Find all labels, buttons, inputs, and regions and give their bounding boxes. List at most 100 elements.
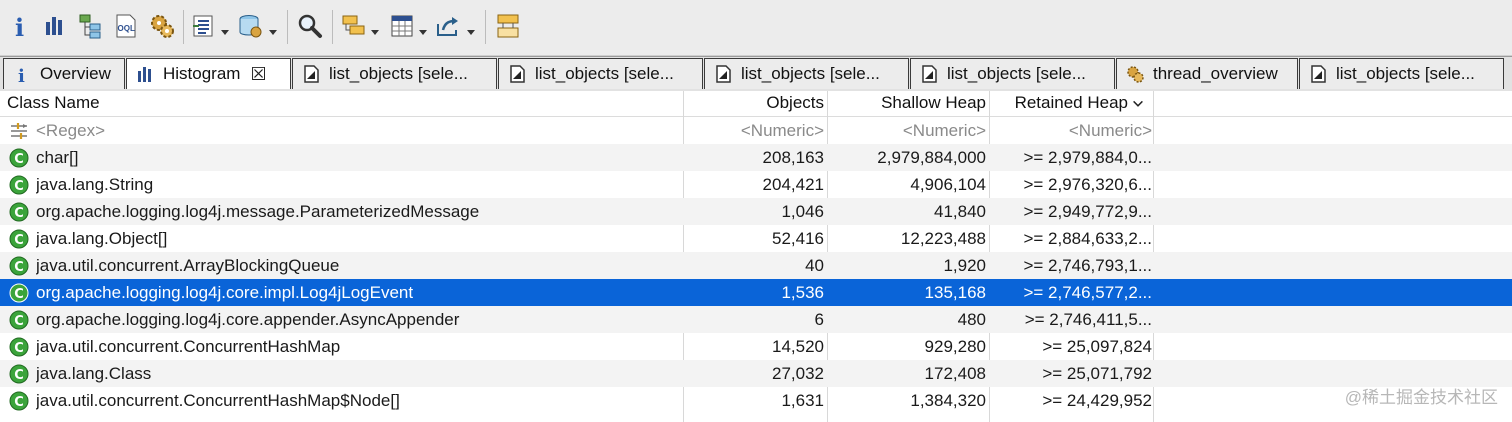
retained-heap-cell: >= 2,976,320,6... — [1023, 175, 1152, 194]
retained-heap-cell: >= 2,746,793,1... — [1023, 256, 1152, 275]
search-icon[interactable] — [296, 12, 324, 40]
objects-filter-input[interactable]: <Numeric> — [684, 117, 824, 144]
tab-overview[interactable]: i Overview — [3, 58, 125, 89]
tab-thread-overview[interactable]: thread_overview — [1116, 58, 1298, 89]
retained-heap-filter-input[interactable]: <Numeric> — [990, 117, 1152, 144]
class-name-cell: org.apache.logging.log4j.message.Paramet… — [36, 202, 480, 221]
table-row[interactable]: C java.lang.String 204,421 4,906,104 >= … — [0, 171, 1512, 198]
table-row[interactable]: C java.util.concurrent.ArrayBlockingQueu… — [0, 252, 1512, 279]
tab-list-objects[interactable]: list_objects [sele... — [1299, 58, 1504, 89]
chevron-down-icon[interactable] — [268, 22, 278, 35]
objects-cell: 1,631 — [781, 391, 824, 410]
toolbar-separator — [332, 10, 333, 44]
tab-histogram[interactable]: Histogram ☒ — [126, 58, 291, 89]
tab-label: Histogram — [163, 64, 241, 83]
tab-label: Overview — [40, 64, 111, 83]
shallow-heap-cell: 172,408 — [924, 364, 986, 383]
list-objects-icon — [1308, 64, 1328, 84]
histogram-table: Class Name Objects Shallow Heap Retained… — [0, 91, 1512, 422]
table-row[interactable]: C org.apache.logging.log4j.message.Param… — [0, 198, 1512, 225]
retained-heap-cell: >= 2,746,411,5... — [1024, 310, 1152, 329]
class-icon: C — [9, 256, 29, 276]
tab-list-objects[interactable]: list_objects [sele... — [498, 58, 703, 89]
class-icon: C — [9, 229, 29, 249]
retained-heap-cell: >= 2,746,577,2... — [1023, 283, 1152, 302]
table-row[interactable]: C java.util.concurrent.ConcurrentHashMap… — [0, 333, 1512, 360]
class-name-cell: org.apache.logging.log4j.core.appender.A… — [36, 310, 460, 329]
thread-overview-icon[interactable] — [148, 12, 176, 40]
editor-tab-bar: i Overview Histogram ☒ list_objects [sel… — [0, 56, 1512, 92]
shallow-heap-cell: 12,223,488 — [900, 229, 986, 248]
regex-filter-input[interactable]: <Regex> — [36, 117, 676, 144]
info-icon: i — [12, 64, 32, 84]
retained-heap-cell: >= 25,071,792 — [1042, 364, 1152, 383]
close-icon[interactable]: ☒ — [250, 65, 266, 83]
histogram-icon[interactable] — [40, 12, 68, 40]
class-icon: C — [9, 391, 29, 411]
class-name-cell: char[] — [36, 148, 79, 167]
class-name-cell: java.util.concurrent.ConcurrentHashMap$N… — [36, 391, 400, 410]
info-icon[interactable]: i — [6, 12, 34, 40]
svg-text:C: C — [14, 314, 24, 329]
thread-overview-icon — [1125, 64, 1145, 84]
column-header-class-name[interactable]: Class Name — [7, 91, 677, 116]
tab-label: list_objects [sele... — [535, 64, 674, 83]
retained-heap-cell: >= 2,979,884,0... — [1023, 148, 1152, 167]
svg-text:C: C — [14, 368, 24, 383]
chevron-down-icon[interactable] — [418, 22, 428, 35]
dominator-tree-icon[interactable] — [76, 12, 104, 40]
watermark: @稀土掘金技术社区 — [1344, 388, 1498, 407]
column-header-objects[interactable]: Objects — [684, 91, 824, 116]
tab-label: list_objects [sele... — [947, 64, 1086, 83]
chevron-down-icon[interactable] — [370, 22, 380, 35]
table-row[interactable]: C org.apache.logging.log4j.core.appender… — [0, 306, 1512, 333]
table-row[interactable]: C java.lang.Object[] 52,416 12,223,488 >… — [0, 225, 1512, 252]
export-icon[interactable] — [434, 12, 462, 40]
tab-list-objects[interactable]: list_objects [sele... — [910, 58, 1115, 89]
tab-label: list_objects [sele... — [741, 64, 880, 83]
svg-text:C: C — [14, 395, 24, 410]
compare-icon[interactable] — [494, 12, 522, 40]
chevron-down-icon[interactable] — [220, 22, 230, 35]
svg-text:C: C — [14, 233, 24, 248]
heap-dump-overview-icon[interactable] — [236, 12, 264, 40]
svg-text:C: C — [14, 152, 24, 167]
class-icon: C — [9, 202, 29, 222]
objects-cell: 204,421 — [762, 175, 824, 194]
class-icon: C — [9, 283, 29, 303]
toolbar: i OQL — [0, 0, 1512, 56]
class-name-cell: java.lang.String — [36, 175, 154, 194]
objects-cell: 208,163 — [762, 148, 824, 167]
shallow-heap-cell: 4,906,104 — [910, 175, 986, 194]
shallow-heap-cell: 2,979,884,000 — [877, 148, 986, 167]
objects-cell: 1,046 — [781, 202, 824, 221]
histogram-icon — [135, 64, 155, 84]
list-objects-icon — [507, 64, 527, 84]
table-row[interactable]: C char[] 208,163 2,979,884,000 >= 2,979,… — [0, 144, 1512, 171]
toolbar-separator — [183, 10, 184, 44]
oql-icon[interactable]: OQL — [112, 12, 140, 40]
retained-heap-cell: >= 2,949,772,9... — [1023, 202, 1152, 221]
tab-list-objects[interactable]: list_objects [sele... — [292, 58, 497, 89]
svg-text:C: C — [14, 179, 24, 194]
column-header-shallow-heap[interactable]: Shallow Heap — [828, 91, 986, 116]
query-browser-icon[interactable] — [190, 12, 218, 40]
chevron-down-icon[interactable] — [1131, 91, 1147, 116]
objects-cell: 27,032 — [772, 364, 824, 383]
shallow-heap-cell: 1,384,320 — [910, 391, 986, 410]
tab-label: list_objects [sele... — [329, 64, 468, 83]
tab-label: list_objects [sele... — [1336, 64, 1475, 83]
calculator-icon[interactable] — [388, 12, 416, 40]
svg-text:C: C — [14, 341, 24, 356]
chevron-down-icon[interactable] — [466, 22, 476, 35]
column-header-retained-heap[interactable]: Retained Heap — [990, 91, 1128, 116]
group-by-icon[interactable] — [340, 12, 368, 40]
table-row[interactable]: C java.lang.Class 27,032 172,408 >= 25,0… — [0, 360, 1512, 387]
shallow-heap-cell: 41,840 — [934, 202, 986, 221]
table-row[interactable]: C java.util.concurrent.ConcurrentHashMap… — [0, 387, 1512, 414]
table-row-selected[interactable]: C org.apache.logging.log4j.core.impl.Log… — [0, 279, 1512, 306]
shallow-heap-filter-input[interactable]: <Numeric> — [828, 117, 986, 144]
table-header: Class Name Objects Shallow Heap Retained… — [0, 91, 1512, 117]
tab-list-objects[interactable]: list_objects [sele... — [704, 58, 909, 89]
objects-cell: 40 — [805, 256, 824, 275]
